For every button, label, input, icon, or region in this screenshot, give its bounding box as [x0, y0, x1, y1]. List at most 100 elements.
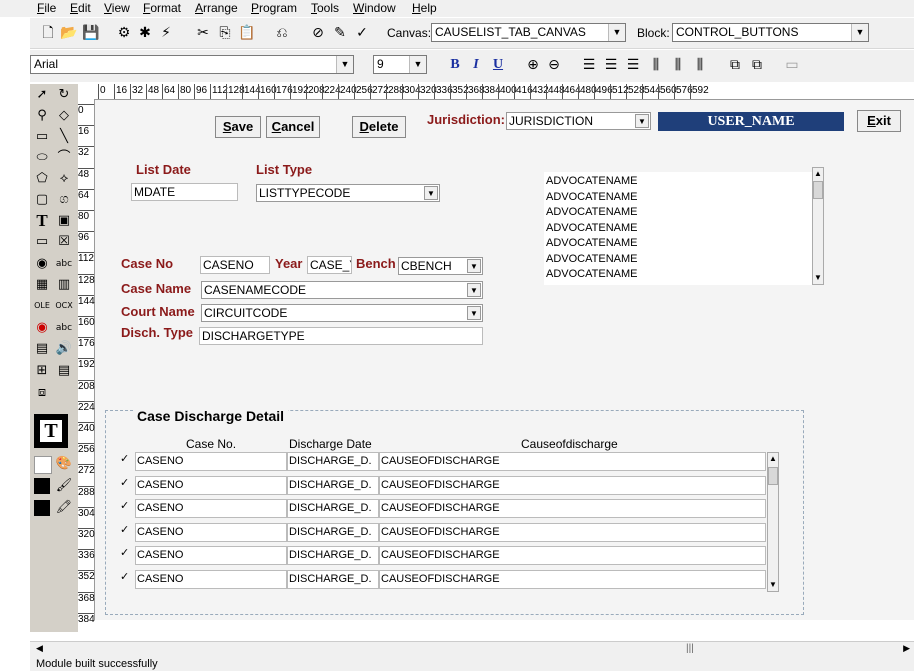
paste-icon[interactable]: 📋	[238, 24, 256, 42]
block-select[interactable]: CONTROL_BUTTONS ▼	[672, 23, 869, 42]
discharge-date-cell[interactable]: DISCHARGE_D.	[287, 452, 379, 471]
scroll-down-icon[interactable]: ▼	[813, 272, 823, 284]
case-no-cell[interactable]: CASENO	[135, 452, 287, 471]
polyline-icon[interactable]: ⟡	[54, 170, 74, 188]
ocx-tool-icon[interactable]: OCX	[54, 297, 74, 315]
pm-icon[interactable]: ▭	[783, 56, 801, 74]
tree-tool-icon[interactable]: ⊞	[32, 362, 52, 380]
row-checkbox[interactable]: ✓	[120, 571, 131, 583]
menu-window[interactable]: Window	[353, 1, 396, 15]
advocate-list-item[interactable]: ADVOCATENAME	[546, 237, 637, 249]
text-tool-icon[interactable]: T	[32, 212, 52, 230]
list-type-select[interactable]: LISTTYPECODE ▼	[256, 184, 440, 202]
year-field[interactable]: CASE_Y	[307, 256, 352, 274]
new-file-icon[interactable]: 🗋	[39, 24, 57, 42]
advocate-list-item[interactable]: ADVOCATENAME	[546, 206, 637, 218]
exit-button[interactable]: Exit	[857, 110, 901, 132]
font-size-select[interactable]: 9 ▼	[373, 55, 427, 74]
scroll-down-icon[interactable]: ▼	[768, 579, 778, 591]
checkbox-tool-icon[interactable]: ☒	[54, 233, 74, 251]
scroll-up-icon[interactable]: ▲	[768, 453, 778, 465]
properties-icon[interactable]: ✎	[331, 24, 349, 42]
save-button[interactable]: Save	[215, 116, 261, 138]
list-date-field[interactable]: MDATE	[131, 183, 238, 201]
chevron-down-icon[interactable]: ▼	[409, 56, 426, 73]
freehand-icon[interactable]: ග	[54, 191, 74, 209]
run-form-icon[interactable]: ✱	[136, 24, 154, 42]
case-no-field[interactable]: CASENO	[200, 256, 270, 274]
ellipse-icon[interactable]: ⬭	[32, 149, 52, 167]
delete-button[interactable]: Delete	[352, 116, 406, 138]
discharge-date-cell[interactable]: DISCHARGE_D.	[287, 475, 379, 495]
case-no-cell[interactable]: CASENO	[135, 546, 287, 565]
advocate-list-item[interactable]: ADVOCATENAME	[546, 253, 637, 265]
text-color-swatch[interactable]: T	[34, 414, 68, 448]
chevron-down-icon[interactable]: ▼	[467, 259, 481, 273]
line-color-swatch[interactable]	[34, 478, 50, 494]
send-back-icon[interactable]: ⧉	[748, 56, 766, 74]
menu-format[interactable]: Format	[143, 1, 181, 15]
select-pointer-icon[interactable]: ➚	[32, 86, 52, 104]
case-no-cell[interactable]: CASENO	[135, 522, 287, 542]
align-bottom-icon[interactable]: ⫼	[691, 56, 709, 74]
stacked-canvas-icon[interactable]: ⧈	[32, 384, 52, 402]
disch-type-field[interactable]: DISCHARGETYPE	[199, 327, 483, 345]
underline-button[interactable]: U	[489, 56, 507, 74]
row-checkbox[interactable]: ✓	[120, 524, 131, 536]
scroll-thumb[interactable]	[768, 467, 778, 485]
canvas-select[interactable]: CAUSELIST_TAB_CANVAS ▼	[431, 23, 626, 42]
cause-cell[interactable]: CAUSEOFDISCHARGE	[379, 475, 766, 495]
advocate-list-scrollbar[interactable]: ▲ ▼	[812, 167, 824, 285]
text-color-box[interactable]	[34, 500, 50, 516]
cancel-icon[interactable]: ⊘	[309, 24, 327, 42]
chevron-down-icon[interactable]: ▼	[635, 114, 649, 128]
chevron-down-icon[interactable]: ▼	[424, 186, 438, 200]
chevron-down-icon[interactable]: ▼	[467, 306, 481, 320]
jurisdiction-select[interactable]: JURISDICTION ▼	[506, 112, 651, 130]
sound-tool-icon[interactable]: 🔊	[54, 340, 74, 358]
chevron-down-icon[interactable]: ▼	[336, 56, 353, 73]
image-tool-icon[interactable]: ▦	[32, 276, 52, 294]
cause-cell[interactable]: CAUSEOFDISCHARGE	[379, 546, 766, 565]
ole-tool-icon[interactable]: OLE	[32, 297, 52, 315]
discharge-date-cell[interactable]: DISCHARGE_D.	[287, 522, 379, 542]
scroll-up-icon[interactable]: ▲	[813, 168, 823, 180]
reshape-icon[interactable]: ◇	[54, 107, 74, 125]
frame-icon[interactable]: ▣	[54, 212, 74, 230]
italic-button[interactable]: I	[467, 56, 485, 74]
horizontal-scrollbar[interactable]: ◀ ||| ▶	[30, 641, 914, 658]
radio-tool-icon[interactable]: ◉	[32, 255, 52, 273]
open-folder-icon[interactable]: 📂	[60, 24, 78, 42]
case-no-cell[interactable]: CASENO	[135, 475, 287, 495]
button-tool-icon[interactable]: ▭	[32, 233, 52, 251]
line-icon[interactable]: ╲	[54, 128, 74, 146]
rounded-rect-icon[interactable]: ▢	[32, 191, 52, 209]
bring-front-icon[interactable]: ⧉	[726, 56, 744, 74]
rectangle-icon[interactable]: ▭	[32, 128, 52, 146]
fill-color-swatch[interactable]	[34, 456, 52, 474]
menu-edit[interactable]: Edit	[70, 1, 91, 15]
menu-file[interactable]: File	[37, 1, 56, 15]
align-right-icon[interactable]: ☰	[624, 56, 642, 74]
save-disk-icon[interactable]: 💾	[82, 24, 100, 42]
wizard-icon[interactable]: ✓	[353, 24, 371, 42]
zoom-in-icon[interactable]: ⊕	[524, 56, 542, 74]
chevron-down-icon[interactable]: ▼	[608, 24, 625, 41]
align-left-icon[interactable]: ☰	[580, 56, 598, 74]
fill-color-icon[interactable]: 🎨	[54, 455, 74, 473]
cause-cell[interactable]: CAUSEOFDISCHARGE	[379, 569, 766, 589]
discharge-date-cell[interactable]: DISCHARGE_D.	[287, 569, 379, 589]
menu-help[interactable]: Help	[412, 1, 437, 15]
undo-icon[interactable]: ⎌	[273, 24, 291, 42]
cause-cell[interactable]: CAUSEOFDISCHARGE	[379, 499, 766, 518]
scroll-grip-icon[interactable]: |||	[686, 643, 694, 654]
bench-select[interactable]: CBENCH ▼	[398, 257, 483, 275]
align-middle-icon[interactable]: ⫼	[669, 56, 687, 74]
advocate-list-item[interactable]: ADVOCATENAME	[546, 191, 637, 203]
row-checkbox[interactable]: ✓	[120, 454, 131, 465]
bold-button[interactable]: B	[446, 56, 464, 74]
copy-icon[interactable]: ⎘	[216, 24, 234, 42]
chevron-down-icon[interactable]: ▼	[467, 283, 481, 297]
line-color-icon[interactable]: 🖌	[54, 477, 74, 495]
row-checkbox[interactable]: ✓	[120, 501, 131, 512]
